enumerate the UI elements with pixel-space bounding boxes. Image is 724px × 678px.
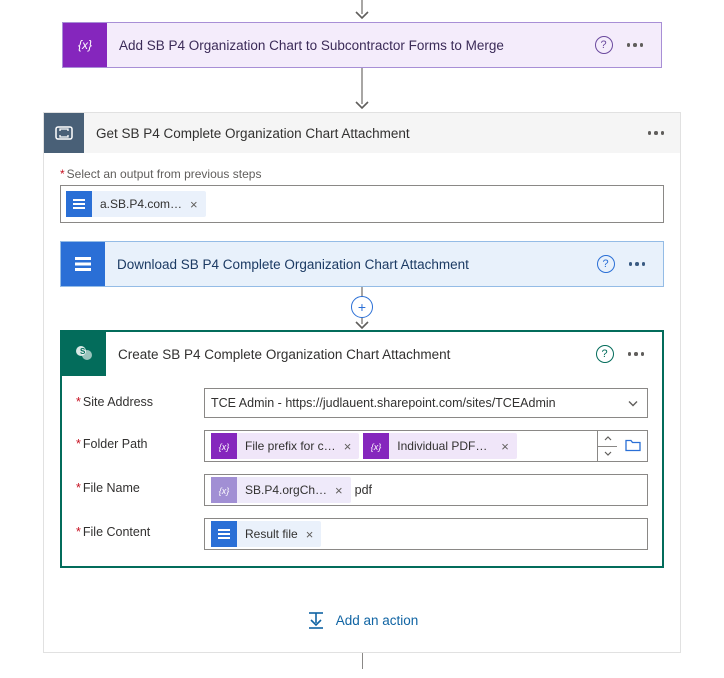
svg-text:S: S: [80, 347, 86, 356]
download-step-title: Download SB P4 Complete Organization Cha…: [105, 257, 597, 272]
create-step-title: Create SB P4 Complete Organization Chart…: [106, 347, 596, 362]
variable-icon: {x}: [63, 23, 107, 67]
list-icon: [211, 521, 237, 547]
file-name-label: File Name: [76, 474, 204, 495]
site-address-label: Site Address: [76, 388, 204, 409]
list-icon: [66, 191, 92, 217]
svg-text:{x}: {x}: [219, 442, 230, 452]
token-label: Result file: [237, 527, 304, 541]
help-icon[interactable]: ?: [595, 36, 613, 54]
list-icon: [61, 242, 105, 286]
path-stepper[interactable]: [597, 431, 617, 461]
token-label: File prefix for c…: [237, 439, 342, 453]
select-output-input[interactable]: a.SB.P4.com… ×: [60, 185, 664, 223]
token-label: Individual PDFs…: [389, 439, 499, 453]
remove-token-icon[interactable]: ×: [342, 439, 360, 454]
file-name-input[interactable]: {x} SB.P4.orgCh… × pdf: [204, 474, 648, 506]
help-icon[interactable]: ?: [597, 255, 615, 273]
remove-token-icon[interactable]: ×: [304, 527, 322, 542]
site-address-value: TCE Admin - https://judlauent.sharepoint…: [211, 396, 556, 410]
file-content-label: File Content: [76, 518, 204, 539]
expression-token[interactable]: {x} File prefix for c… ×: [211, 433, 359, 459]
variable-icon: {x}: [211, 477, 237, 503]
remove-token-icon[interactable]: ×: [333, 483, 351, 498]
folder-path-input[interactable]: {x} File prefix for c… × {x} Individual …: [204, 430, 648, 462]
token-label: SB.P4.orgCh…: [237, 483, 333, 497]
dynamic-content-token[interactable]: Result file ×: [211, 521, 321, 547]
output-token-label: a.SB.P4.com…: [92, 197, 188, 211]
sharepoint-icon: S: [62, 332, 106, 376]
expression-token[interactable]: {x} SB.P4.orgCh… ×: [211, 477, 351, 503]
stepper-up-icon[interactable]: [598, 431, 617, 447]
menu-icon[interactable]: [623, 39, 648, 51]
arrow-connector: [0, 68, 724, 112]
container-header[interactable]: Get SB P4 Complete Organization Chart At…: [44, 113, 680, 153]
loop-icon: [44, 113, 84, 153]
arrow-connector: [0, 653, 724, 669]
select-output-label: Select an output from previous steps: [60, 167, 664, 181]
chevron-down-icon: [627, 396, 639, 411]
add-action-button[interactable]: Add an action: [60, 610, 664, 630]
variable-icon: {x}: [211, 433, 237, 459]
download-step[interactable]: Download SB P4 Complete Organization Cha…: [60, 241, 664, 287]
variable-step-title: Add SB P4 Organization Chart to Subcontr…: [107, 38, 595, 53]
apply-to-each-container: Get SB P4 Complete Organization Chart At…: [43, 112, 681, 653]
menu-icon[interactable]: [624, 348, 649, 360]
stepper-down-icon[interactable]: [598, 447, 617, 462]
svg-text:{x}: {x}: [219, 486, 230, 496]
svg-text:{x}: {x}: [78, 38, 92, 52]
expression-token[interactable]: {x} Individual PDFs… ×: [363, 433, 517, 459]
create-step-header[interactable]: S Create SB P4 Complete Organization Cha…: [62, 332, 662, 376]
site-address-input[interactable]: TCE Admin - https://judlauent.sharepoint…: [204, 388, 648, 418]
variable-step[interactable]: {x} Add SB P4 Organization Chart to Subc…: [62, 22, 662, 68]
help-icon[interactable]: ?: [596, 345, 614, 363]
svg-text:{x}: {x}: [371, 442, 382, 452]
folder-picker-icon[interactable]: [625, 438, 641, 455]
arrow-connector: [60, 316, 664, 330]
variable-icon: {x}: [363, 433, 389, 459]
file-content-input[interactable]: Result file ×: [204, 518, 648, 550]
folder-path-label: Folder Path: [76, 430, 204, 451]
file-name-suffix: pdf: [355, 483, 372, 497]
container-title: Get SB P4 Complete Organization Chart At…: [84, 126, 632, 141]
menu-icon[interactable]: [625, 258, 650, 270]
create-file-step: S Create SB P4 Complete Organization Cha…: [60, 330, 664, 568]
output-token[interactable]: a.SB.P4.com… ×: [66, 191, 206, 217]
menu-icon[interactable]: [632, 131, 681, 135]
add-action-label: Add an action: [336, 613, 419, 628]
arrow-connector: [0, 0, 724, 22]
insert-step-button[interactable]: +: [351, 296, 373, 318]
add-action-icon: [306, 610, 326, 630]
remove-token-icon[interactable]: ×: [499, 439, 517, 454]
remove-token-icon[interactable]: ×: [188, 197, 206, 212]
